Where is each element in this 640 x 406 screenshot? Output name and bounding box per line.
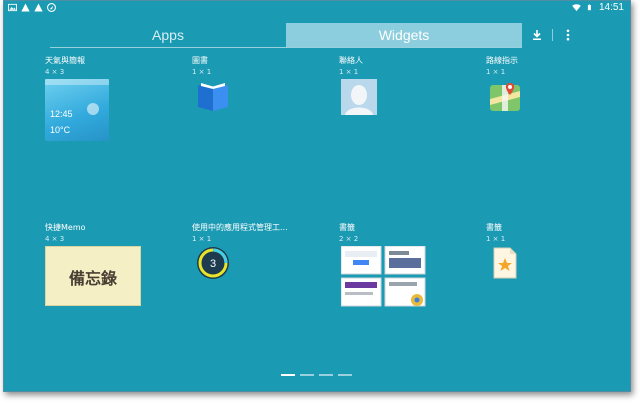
app-count: 3 <box>210 258 216 270</box>
wifi-icon <box>572 4 581 12</box>
widget-directions[interactable]: 路線指示 1 × 1 <box>486 55 626 111</box>
widget-name: 路線指示 <box>486 56 518 65</box>
notification-icons <box>8 3 56 12</box>
app-manager-icon: 3 <box>197 247 229 279</box>
widget-contacts[interactable]: 聯絡人 1 × 1 <box>339 55 479 115</box>
widget-size: 1 × 1 <box>486 68 506 76</box>
warning-icon <box>34 3 43 12</box>
widget-app-manager[interactable]: 使用中的應用程式管理工... 1 × 1 3 <box>192 222 332 279</box>
warning-icon <box>21 3 30 12</box>
page-dot[interactable] <box>319 374 333 376</box>
more-vert-icon <box>566 29 570 41</box>
books-icon <box>198 83 228 111</box>
widget-books[interactable]: 圖書 1 × 1 <box>192 55 332 111</box>
widget-bookmarks-large[interactable]: 書籤 2 × 2 <box>339 222 479 307</box>
bookmark-icon <box>493 247 517 279</box>
widget-name: 使用中的應用程式管理工... <box>192 223 288 232</box>
widget-size: 1 × 1 <box>339 68 359 76</box>
widget-bookmark-small[interactable]: 書籤 1 × 1 <box>486 222 626 279</box>
widget-weather[interactable]: 天氣與簡報 4 × 3 12:45 10°C <box>45 55 185 141</box>
status-bar: 14:51 <box>4 1 630 17</box>
memo-text: 備忘錄 <box>68 269 117 288</box>
clock: 14:51 <box>598 2 624 13</box>
image-icon <box>8 3 17 12</box>
tab-actions <box>526 23 579 47</box>
widget-size: 1 × 1 <box>486 235 506 243</box>
widget-size: 4 × 3 <box>45 235 65 243</box>
tab-bar: Apps Widgets <box>50 23 522 47</box>
more-options-button[interactable] <box>557 23 579 47</box>
maps-icon <box>490 83 520 111</box>
page-dot[interactable] <box>338 374 352 376</box>
widget-size: 1 × 1 <box>192 235 212 243</box>
widgets-screen: 14:51 Apps Widgets 天氣與簡報 4 × 3 12:45 10°… <box>3 0 631 392</box>
bookmarks-preview <box>341 246 426 307</box>
widget-size: 1 × 1 <box>192 68 212 76</box>
contact-icon <box>341 79 377 115</box>
weather-preview: 12:45 10°C <box>45 79 109 141</box>
download-button[interactable] <box>526 23 548 47</box>
widget-size: 4 × 3 <box>45 68 65 76</box>
widget-name: 聯絡人 <box>339 56 363 65</box>
widget-name: 書籤 <box>339 223 355 232</box>
page-dot[interactable] <box>300 374 314 376</box>
divider <box>552 29 553 41</box>
widget-size: 2 × 2 <box>339 235 359 243</box>
weather-time: 12:45 <box>50 109 73 119</box>
page-dot-active[interactable] <box>281 374 295 376</box>
tab-apps[interactable]: Apps <box>50 23 286 47</box>
download-icon <box>533 30 541 40</box>
widget-name: 書籤 <box>486 223 502 232</box>
system-icons: 14:51 <box>572 2 624 13</box>
location-icon <box>47 3 56 12</box>
battery-icon <box>587 4 591 11</box>
tab-underline <box>50 47 522 48</box>
widget-name: 圖書 <box>192 56 208 65</box>
memo-preview: 備忘錄 <box>45 246 141 306</box>
weather-temp: 10°C <box>50 125 71 135</box>
widget-name: 天氣與簡報 <box>45 56 85 65</box>
widget-name: 快捷Memo <box>45 223 86 232</box>
page-indicator <box>281 374 352 376</box>
widget-quick-memo[interactable]: 快捷Memo 4 × 3 備忘錄 <box>45 222 185 306</box>
tab-widgets[interactable]: Widgets <box>286 23 522 47</box>
